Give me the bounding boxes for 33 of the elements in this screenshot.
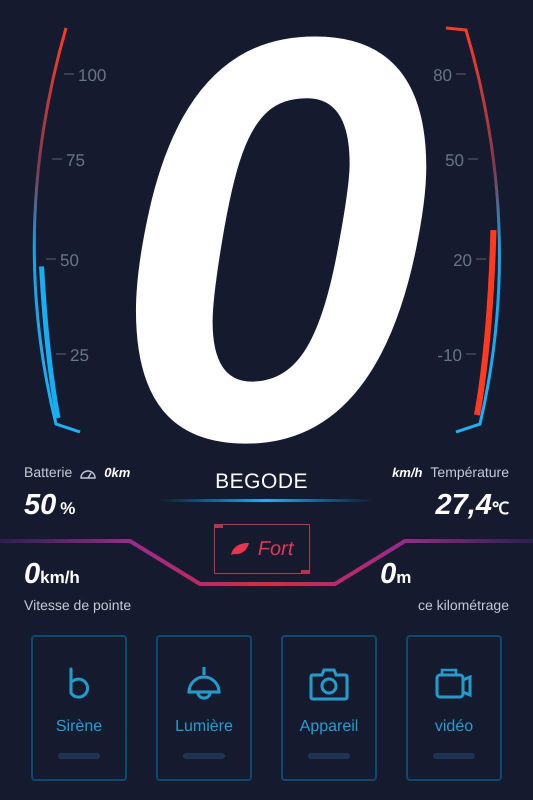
tick-mark [64,73,74,75]
gauge-tick-label: 20 [453,251,472,270]
control-tile[interactable]: Appareil [281,635,377,781]
gauge-tick-label: 100 [78,66,106,85]
distance-label: ce kilométrage [418,596,509,615]
gauge-tick-label: 25 [70,346,89,365]
control-tile[interactable]: Lumière [156,635,252,781]
brand-name: BEGODE [215,469,308,495]
trip-distance: 0km [104,464,130,482]
tick-mark [466,353,476,355]
distance-unit: m [396,568,412,587]
battery-value: 50 [24,489,56,521]
temperature-label: Température [430,463,509,482]
gauge-tick-label: 80 [433,66,452,85]
control-tile[interactable]: vidéo [406,635,502,781]
speed-unit-label: km/h [392,464,422,482]
top-speed-value: 0 [24,558,40,590]
battery-label: Batterie [24,463,72,482]
distance-value: 0 [380,558,396,590]
gauge-tick-label: -10 [437,346,462,365]
temperature-unit: ℃ [492,499,509,518]
top-speed-label: Vitesse de pointe [24,596,132,615]
speed-readout: 0 [112,0,432,450]
temperature-value: 27,4 [436,489,492,521]
top-speed-unit: km/h [40,568,80,587]
gauge-tick-label: 50 [60,251,79,270]
tick-mark [456,73,466,75]
mode-button[interactable]: Fort [214,524,310,574]
control-tile[interactable]: Sirène [31,635,127,781]
gauge-tick-label: 50 [445,151,464,170]
battery-unit: % [60,499,76,518]
gauge-tick-label: 75 [66,151,85,170]
leaf-icon [230,542,250,556]
